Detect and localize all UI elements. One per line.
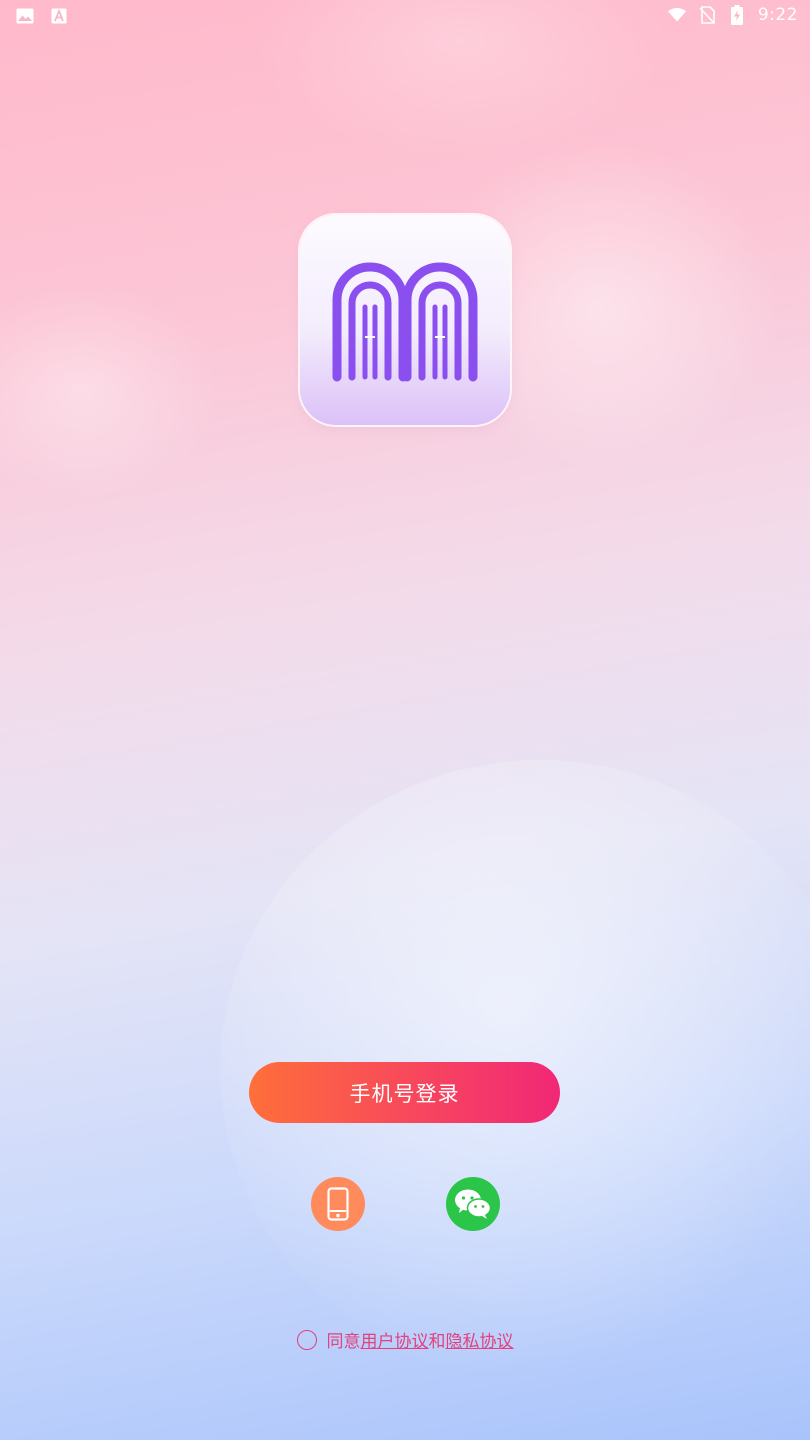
phone-login-button[interactable]: 手机号登录 [249,1062,560,1123]
agree-checkbox[interactable] [296,1329,317,1350]
agreement: 同意 用户协议 和 隐私协议 [0,1327,810,1352]
agreement-conjunction: 和 [428,1332,446,1352]
status-time: 9:22 [757,5,798,25]
image-icon [16,7,34,25]
wechat-icon [455,1189,492,1219]
wifi-icon [667,6,686,24]
phone-quick-login-button[interactable] [311,1177,365,1231]
font-a-icon [50,7,68,25]
mobile-phone-icon [327,1187,349,1221]
wechat-login-button[interactable] [446,1177,500,1231]
app-logo-mm-icon [332,262,478,382]
no-sim-icon [698,6,716,24]
user-agreement-link[interactable]: 用户协议 [361,1327,429,1352]
status-bar: 9:22 [0,0,810,34]
agreement-prefix: 同意 [326,1332,361,1352]
privacy-policy-link[interactable]: 隐私协议 [446,1327,514,1352]
app-logo [300,215,510,425]
battery-charging-icon [728,5,746,25]
